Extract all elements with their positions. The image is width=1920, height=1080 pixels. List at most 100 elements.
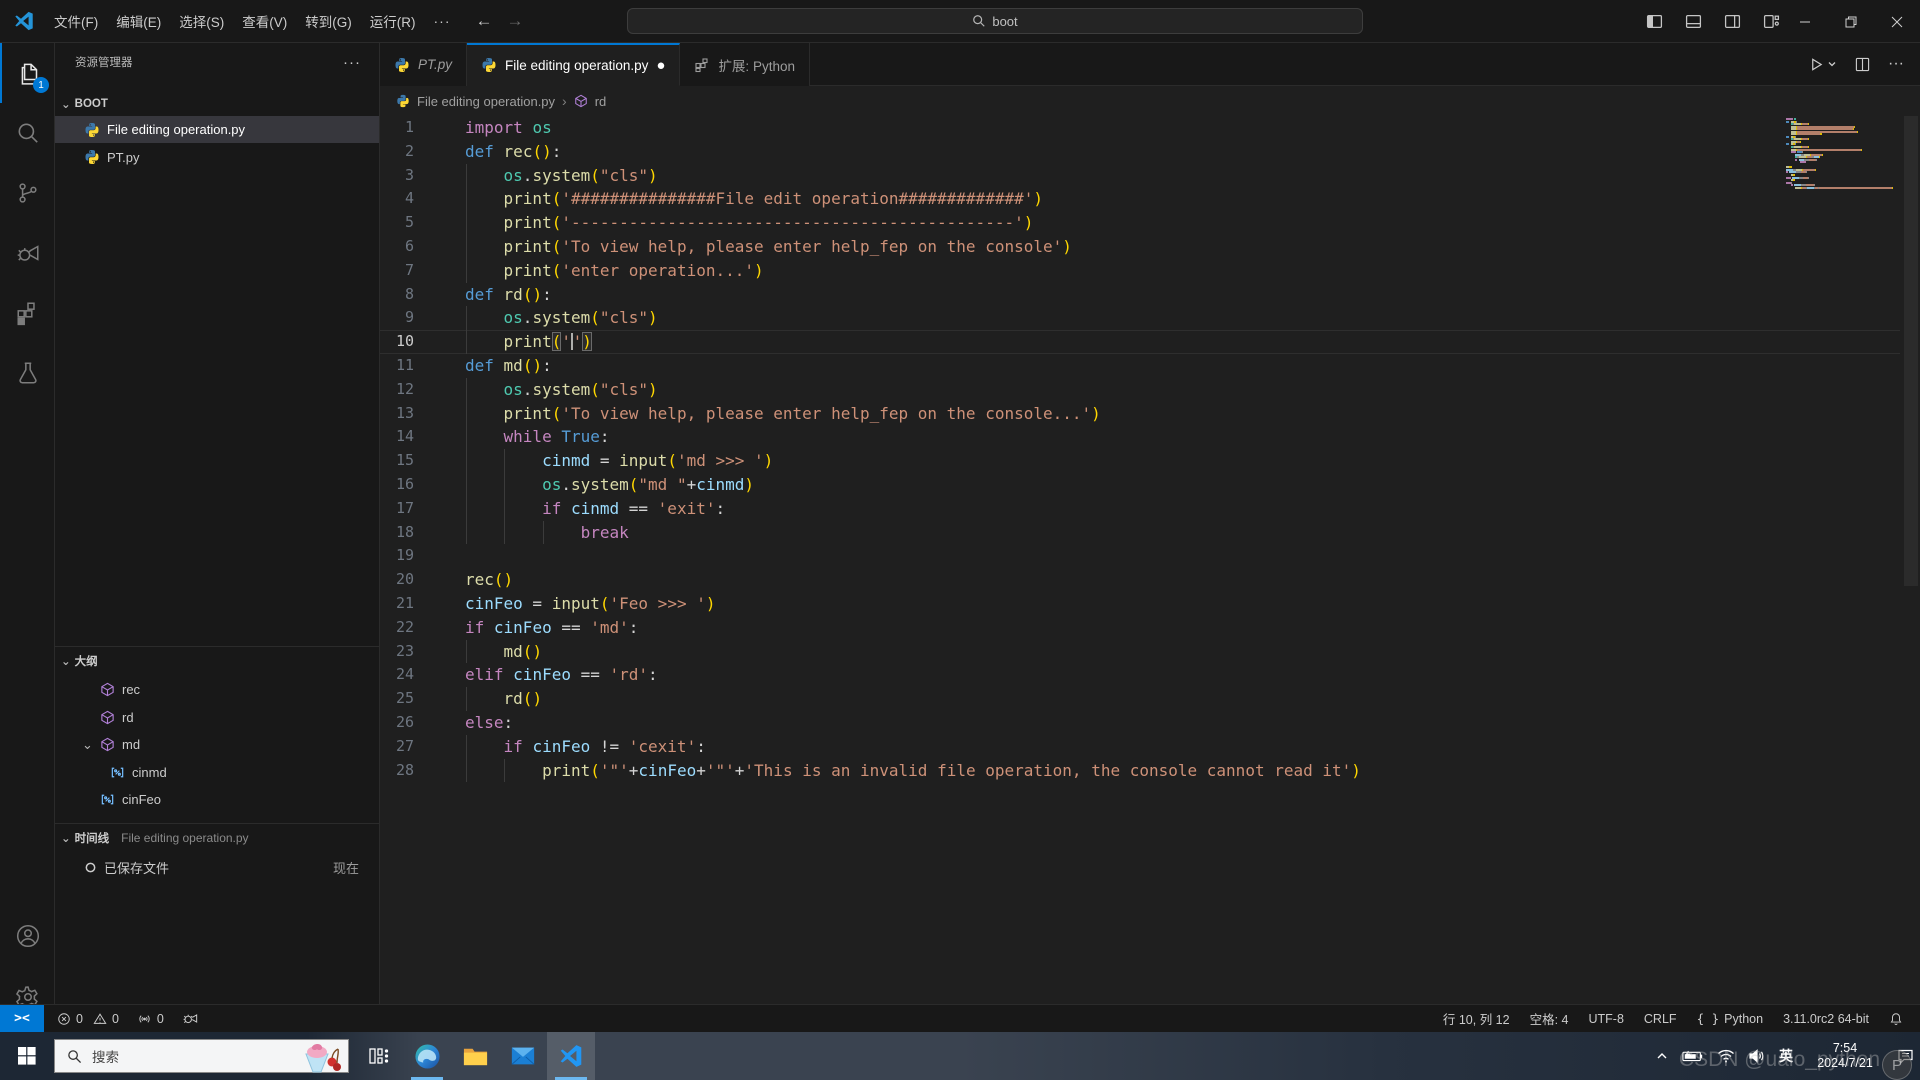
code-line[interactable]: if cinFeo == 'md':	[465, 616, 638, 640]
activity-explorer-icon[interactable]: 1	[0, 43, 57, 103]
code-line[interactable]: print('---------------------------------…	[465, 211, 1033, 235]
breadcrumb-file[interactable]: File editing operation.py	[417, 94, 555, 109]
code-line[interactable]: def rec():	[465, 140, 561, 164]
volume-icon[interactable]	[1748, 1049, 1766, 1063]
tab-1[interactable]: PT.py	[380, 43, 468, 86]
battery-icon[interactable]	[1682, 1049, 1704, 1063]
code-line[interactable]: rec()	[465, 568, 513, 592]
editor-more-actions-icon[interactable]: ···	[1888, 55, 1904, 73]
problems-status[interactable]: 0 0	[50, 1005, 126, 1032]
code-line[interactable]: print('')	[465, 330, 592, 354]
wifi-icon[interactable]	[1717, 1049, 1735, 1063]
menu-item-3[interactable]: 查看(V)	[233, 6, 296, 36]
explorer-more-actions-icon[interactable]: ···	[343, 54, 361, 71]
code-line[interactable]: def rd():	[465, 283, 552, 307]
code-line[interactable]: print('"'+cinFeo+'"'+'This is an invalid…	[465, 758, 1361, 783]
language-mode[interactable]: { } Python	[1690, 1005, 1771, 1032]
taskbar-app-task-view[interactable]	[355, 1032, 403, 1080]
menu-item-1[interactable]: 编辑(E)	[107, 6, 170, 36]
notifications-bell-icon[interactable]	[1882, 1005, 1910, 1032]
action-center-icon[interactable]	[1897, 1048, 1914, 1064]
nav-forward-icon[interactable]: →	[507, 11, 524, 31]
activity-testing-icon[interactable]	[0, 343, 55, 403]
code-line[interactable]: else:	[465, 711, 513, 735]
minimap[interactable]	[1786, 118, 1896, 189]
customize-layout-icon[interactable]	[1763, 13, 1780, 30]
line-number[interactable]: 1	[405, 116, 414, 140]
toggle-secondary-sidebar-icon[interactable]	[1724, 13, 1741, 30]
timeline-item[interactable]: 已保存文件 现在	[55, 854, 379, 881]
menu-item-2[interactable]: 选择(S)	[170, 6, 233, 36]
line-number[interactable]: 8	[405, 283, 414, 307]
split-editor-icon[interactable]	[1855, 57, 1870, 72]
restore-button[interactable]	[1828, 0, 1874, 43]
line-number[interactable]: 15	[396, 449, 414, 473]
file-item[interactable]: PT.py	[55, 144, 379, 171]
menu-item-5[interactable]: 运行(R)	[361, 6, 425, 36]
editor-scrollbar[interactable]	[1904, 116, 1918, 586]
line-number[interactable]: 23	[396, 640, 414, 664]
remote-indicator[interactable]: ><	[0, 1005, 44, 1032]
activity-extensions-icon[interactable]	[0, 283, 55, 343]
taskbar-app-edge[interactable]	[403, 1032, 451, 1080]
indentation[interactable]: 空格: 4	[1523, 1005, 1576, 1032]
code-line[interactable]: elif cinFeo == 'rd':	[465, 663, 658, 687]
code-line[interactable]: os.system("md "+cinmd)	[465, 473, 754, 497]
ports-status[interactable]: 0	[130, 1005, 171, 1032]
line-number[interactable]: 12	[396, 378, 414, 402]
menubar-more-button[interactable]: ···	[425, 8, 460, 34]
tab-3[interactable]: 扩展: Python	[680, 43, 810, 86]
line-number[interactable]: 7	[405, 259, 414, 283]
line-number[interactable]: 10	[396, 330, 414, 354]
outline-section-header[interactable]: ⌄ 大纲	[55, 649, 379, 673]
python-interpreter[interactable]: 3.11.0rc2 64-bit	[1776, 1005, 1876, 1032]
taskbar-app-vscode[interactable]	[547, 1032, 595, 1080]
run-python-file-button[interactable]	[1809, 57, 1837, 72]
outline-item[interactable]: rd	[55, 704, 379, 731]
activity-run-debug-icon[interactable]	[0, 223, 55, 283]
file-item[interactable]: File editing operation.py	[55, 116, 379, 143]
code-line[interactable]: print('To view help, please enter help_f…	[465, 401, 1101, 426]
line-number[interactable]: 26	[396, 711, 414, 735]
code-line[interactable]: print('enter operation...')	[465, 258, 764, 283]
taskbar-clock[interactable]: 7:54 2024/7/21	[1806, 1041, 1884, 1071]
eol-sequence[interactable]: CRLF	[1637, 1005, 1684, 1032]
code-line[interactable]: cinFeo = input('Feo >>> ')	[465, 592, 715, 616]
code-line[interactable]: os.system("cls")	[465, 306, 658, 331]
line-number[interactable]: 14	[396, 425, 414, 449]
line-number[interactable]: 4	[405, 187, 414, 211]
menu-item-0[interactable]: 文件(F)	[45, 6, 107, 36]
line-number[interactable]: 13	[396, 402, 414, 426]
toggle-sidebar-icon[interactable]	[1646, 13, 1663, 30]
line-number[interactable]: 17	[396, 497, 414, 521]
line-number[interactable]: 16	[396, 473, 414, 497]
encoding[interactable]: UTF-8	[1581, 1005, 1630, 1032]
toggle-panel-icon[interactable]	[1685, 13, 1702, 30]
debug-status[interactable]	[175, 1005, 205, 1032]
line-number[interactable]: 18	[396, 521, 414, 545]
code-line[interactable]: import os	[465, 116, 552, 140]
menu-item-4[interactable]: 转到(G)	[296, 6, 361, 36]
code-line[interactable]: print('To view help, please enter help_f…	[465, 235, 1072, 259]
close-button[interactable]	[1874, 0, 1920, 43]
cursor-position[interactable]: 行 10, 列 12	[1436, 1005, 1517, 1032]
code-line[interactable]: cinmd = input('md >>> ')	[465, 449, 773, 473]
code-editor[interactable]: 1 2 3 4 5 6 7 8 9 10 11 12 13 14 15 16 17 18 19 20 21 22 23 24 2…	[380, 116, 1920, 1004]
code-line[interactable]: print('###############File edit operatio…	[465, 187, 1043, 212]
code-line[interactable]: def md():	[465, 354, 552, 378]
activity-search-icon[interactable]	[0, 103, 55, 163]
activity-accounts-icon[interactable]	[0, 906, 55, 966]
line-number[interactable]: 27	[396, 735, 414, 759]
code-line[interactable]: os.system("cls")	[465, 377, 658, 402]
command-center-search[interactable]: boot	[627, 8, 1363, 34]
timeline-section-header[interactable]: ⌄ 时间线 File editing operation.py	[55, 826, 379, 850]
start-button[interactable]	[0, 1032, 54, 1080]
tab-2[interactable]: File editing operation.py ●	[467, 43, 681, 86]
code-line[interactable]: while True:	[465, 425, 610, 450]
code-line[interactable]: if cinmd == 'exit':	[465, 496, 725, 521]
breadcrumb-symbol[interactable]: rd	[595, 94, 607, 109]
dirty-indicator[interactable]: ●	[656, 58, 665, 73]
search-daily-image[interactable]	[292, 1040, 344, 1074]
outline-item[interactable]: cinmd	[55, 759, 379, 786]
line-number[interactable]: 6	[405, 235, 414, 259]
